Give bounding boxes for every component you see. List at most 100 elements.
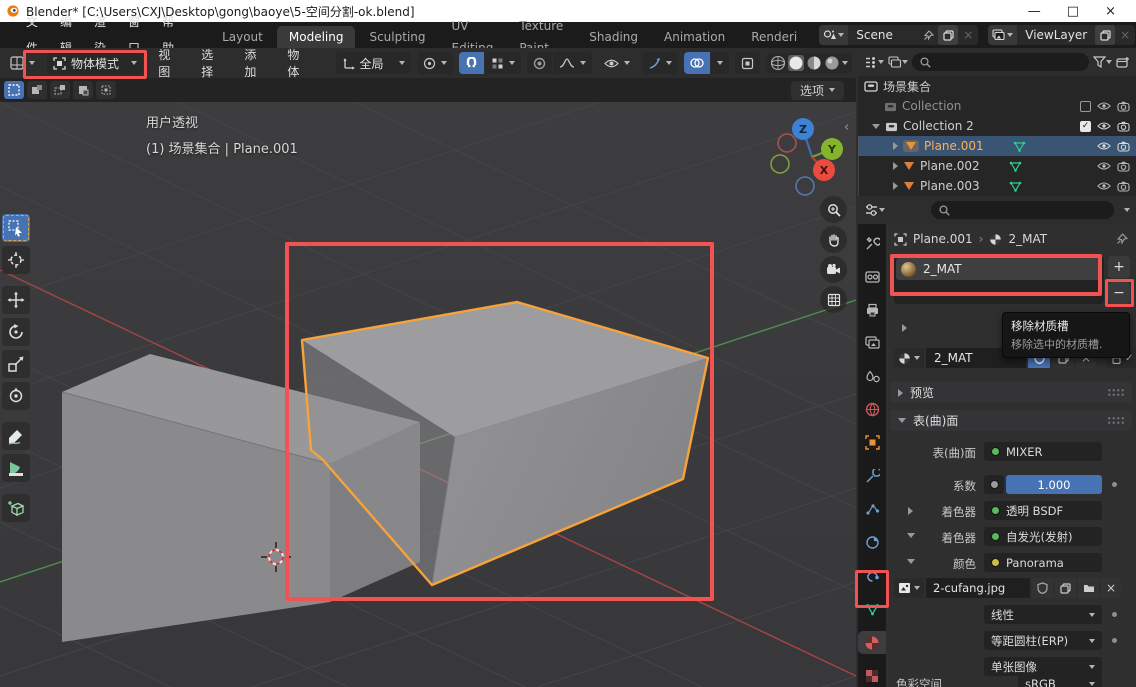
panel-preview[interactable]: 预览 (890, 382, 1132, 403)
camera-icon[interactable] (1117, 161, 1130, 172)
pan-hand-button[interactable] (820, 226, 847, 253)
tab-tool[interactable] (859, 232, 885, 254)
image-fake-user-button[interactable] (1032, 578, 1053, 598)
outliner-row-plane003[interactable]: Plane.003 (858, 176, 1136, 196)
tool-select-box[interactable] (2, 214, 30, 242)
orientation-dropdown[interactable]: 全局 (336, 52, 412, 74)
zoom-button[interactable] (820, 196, 847, 223)
surface-value-button[interactable]: MIXER (984, 442, 1102, 461)
shading-solid-button[interactable] (788, 55, 804, 71)
overlays-dropdown[interactable] (711, 52, 729, 74)
camera-icon[interactable] (1117, 141, 1130, 152)
new-scene-icon[interactable] (938, 25, 958, 45)
viewlayer-name[interactable]: ViewLayer (1017, 28, 1095, 42)
shading-material-button[interactable] (806, 55, 822, 71)
unlink-image-button[interactable]: × (1101, 578, 1121, 598)
tool-measure[interactable] (2, 454, 30, 482)
image-name-field[interactable]: 2-cufang.jpg (926, 578, 1030, 598)
tab-world[interactable] (859, 398, 885, 420)
outliner-display-dropdown[interactable] (864, 56, 884, 69)
camera-icon[interactable] (1117, 121, 1130, 132)
shading-dropdown[interactable] (842, 61, 848, 65)
shader2-value-button[interactable]: 自发光(发射) (984, 527, 1102, 546)
outliner-row-plane001[interactable]: Plane.001 (858, 136, 1136, 156)
tab-modifiers[interactable] (859, 465, 885, 487)
panel-grip[interactable] (1107, 388, 1124, 397)
tool-move[interactable] (2, 286, 30, 314)
mode-dropdown[interactable]: 物体模式 (47, 52, 143, 74)
outliner-filter-icon-dropdown[interactable] (888, 56, 908, 69)
tab-sculpting[interactable]: Sculpting (357, 26, 437, 48)
minimize-button[interactable]: — (1028, 4, 1041, 19)
material-slot-2mat[interactable]: 2_MAT (896, 258, 1102, 280)
collapse-icon[interactable] (872, 124, 880, 129)
properties-editor-type-button[interactable] (864, 203, 885, 217)
new-collection-button[interactable] (1116, 56, 1130, 69)
select-mode-intersect[interactable] (96, 81, 116, 99)
panel-grip[interactable] (1107, 416, 1124, 425)
tab-data[interactable] (859, 598, 885, 620)
tab-layout[interactable]: Layout (210, 26, 275, 48)
tab-output[interactable] (859, 299, 885, 321)
tool-add-cube[interactable] (2, 494, 30, 522)
outliner-row-collection2[interactable]: Collection 2 ✓ (858, 116, 1136, 136)
tab-animation[interactable]: Animation (652, 26, 737, 48)
tab-texture[interactable] (859, 665, 885, 687)
expand-icon[interactable] (893, 162, 898, 170)
gizmo-neg-y[interactable] (771, 155, 789, 173)
overlays-toggle[interactable] (684, 52, 710, 74)
browse-material-button[interactable] (894, 348, 924, 368)
tool-cursor[interactable] (2, 246, 30, 274)
tab-viewlayer[interactable] (859, 332, 885, 354)
panel-surface[interactable]: 表(曲)面 (890, 410, 1132, 431)
menu-select[interactable]: 选择 (192, 46, 229, 80)
breadcrumb-object[interactable]: Plane.001 (913, 232, 973, 246)
tab-modeling[interactable]: Modeling (277, 26, 356, 48)
remove-material-slot-button[interactable]: − (1108, 282, 1130, 304)
color-value-button[interactable]: Panorama (984, 553, 1102, 572)
interpolation-dropdown[interactable]: 线性 (984, 605, 1102, 624)
snap-settings-dropdown[interactable] (485, 52, 521, 74)
projection-dropdown[interactable]: 等距圆柱(ERP) (984, 631, 1102, 650)
properties-search-input[interactable] (931, 201, 1114, 219)
shading-rendered-button[interactable] (824, 55, 840, 71)
tab-material[interactable] (858, 631, 886, 653)
remove-viewlayer-icon[interactable]: × (1115, 25, 1135, 45)
add-material-slot-button[interactable]: + (1108, 256, 1130, 278)
proportional-toggle[interactable] (527, 52, 552, 74)
new-viewlayer-icon[interactable] (1095, 25, 1115, 45)
tab-render[interactable] (859, 265, 885, 287)
outliner-row-scene-collection[interactable]: 场景集合 (858, 76, 1136, 96)
collection2-exclude-checkbox[interactable]: ✓ (1080, 121, 1091, 132)
open-image-button[interactable] (1078, 578, 1099, 598)
tab-shading[interactable]: Shading (577, 26, 650, 48)
shading-wireframe-button[interactable] (770, 55, 786, 71)
slot-expand-icon[interactable] (902, 324, 907, 332)
decorator-dot[interactable] (1112, 482, 1117, 487)
shader1-value-button[interactable]: 透明 BSDF (984, 501, 1102, 520)
sidebar-collapse-arrow[interactable]: ‹ (844, 120, 849, 135)
tab-particles[interactable] (859, 498, 885, 520)
gizmo-neg-x[interactable] (778, 134, 796, 152)
expand-icon[interactable] (893, 182, 898, 190)
unlink-scene-icon[interactable]: × (958, 25, 978, 45)
eye-icon[interactable] (1097, 101, 1111, 111)
pin-icon[interactable] (1116, 233, 1128, 245)
expand-icon[interactable] (893, 142, 898, 150)
collection-exclude-checkbox[interactable] (1080, 101, 1091, 112)
maximize-button[interactable]: □ (1067, 4, 1079, 19)
decorator-dot[interactable] (1112, 638, 1117, 643)
eye-icon[interactable] (1097, 121, 1111, 131)
factor-socket-button[interactable] (984, 475, 1004, 494)
pin-icon[interactable] (918, 25, 938, 45)
select-mode-extend[interactable] (27, 81, 47, 99)
scene-icon[interactable] (819, 25, 848, 45)
editor-type-button[interactable] (4, 52, 41, 74)
browse-image-button[interactable] (894, 578, 924, 598)
outliner-row-collection[interactable]: Collection (858, 96, 1136, 116)
select-mode-invert[interactable] (73, 81, 93, 99)
decorator-dot[interactable] (1112, 612, 1117, 617)
menu-add[interactable]: 添加 (235, 46, 272, 80)
camera-icon[interactable] (1117, 101, 1130, 112)
viewport-3d[interactable]: 用户透视 (1) 场景集合 | Plane.001 Z Y X (0, 102, 856, 687)
